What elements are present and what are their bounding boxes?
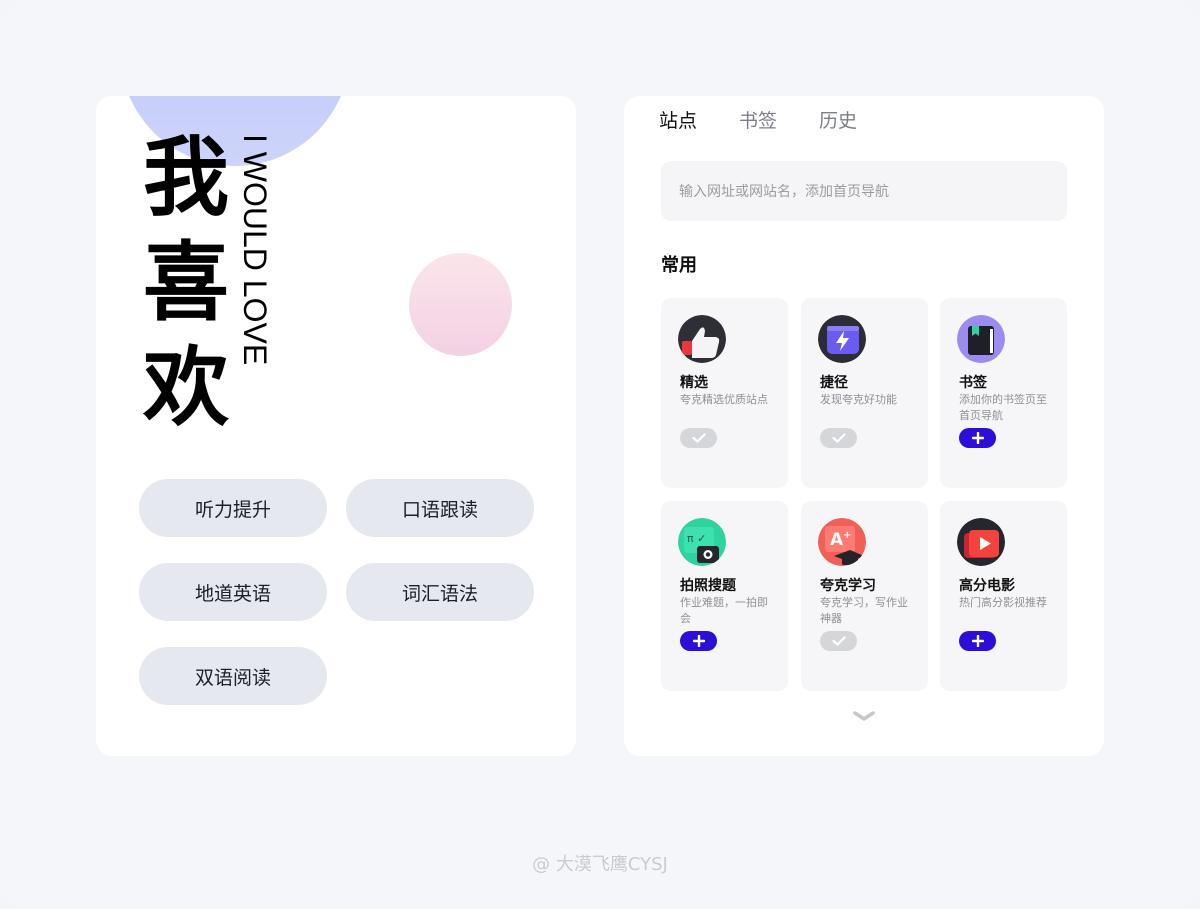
section-title: 常用 — [661, 255, 697, 276]
added-toggle[interactable] — [820, 631, 857, 651]
english-subtitle: I WOULD LOVE — [237, 134, 273, 366]
added-toggle[interactable] — [820, 428, 857, 448]
added-toggle[interactable] — [680, 428, 717, 448]
svg-text:+: + — [843, 530, 851, 541]
decorative-pink-circle — [409, 253, 512, 356]
tab-history[interactable]: 历史 — [819, 106, 857, 133]
tab-bookmarks[interactable]: 书签 — [739, 106, 777, 133]
tile-name: 捷径 — [820, 375, 848, 391]
tile-bookmarks[interactable]: 书签 添加你的书签页至首页导航 — [940, 298, 1067, 488]
bookmark-icon — [957, 315, 1005, 363]
tile-desc: 夸克学习，写作业神器 — [820, 596, 908, 625]
tile-shortcuts[interactable]: 捷径 发现夸克好功能 — [801, 298, 928, 488]
tile-photo-search[interactable]: π ✓ 拍照搜题 作业难题，一拍即会 — [661, 501, 788, 691]
add-button[interactable] — [680, 631, 717, 651]
plus-icon — [971, 432, 984, 444]
tab-sites[interactable]: 站点 — [659, 106, 697, 133]
tile-name: 夸克学习 — [820, 578, 876, 594]
thumbs-up-icon — [678, 315, 726, 363]
navigation-card: 站点 书签 历史 输入网址或网站名，添加首页导航 常用 精选 夸克精选优质站点 — [624, 96, 1104, 756]
url-input[interactable]: 输入网址或网站名，添加首页导航 — [661, 161, 1067, 221]
title-char: 欢 — [143, 338, 229, 438]
pill-speaking[interactable]: 口语跟读 — [346, 479, 534, 537]
tile-desc: 作业难题，一拍即会 — [680, 596, 768, 625]
check-icon — [831, 636, 846, 646]
title-char: 喜 — [143, 233, 229, 333]
chevron-down-icon[interactable] — [852, 708, 876, 724]
tile-quark-study[interactable]: A + 夸克学习 夸克学习，写作业神器 — [801, 501, 928, 691]
tile-desc: 发现夸克好功能 — [820, 393, 897, 406]
study-icon: A + — [818, 518, 866, 566]
tile-name: 书签 — [959, 375, 987, 391]
plus-icon — [692, 635, 705, 647]
play-icon — [957, 518, 1005, 566]
watermark-credit: @ 大漠飞鹰CYSJ — [532, 854, 668, 875]
pill-idiomatic[interactable]: 地道英语 — [139, 563, 327, 621]
tile-desc: 夸克精选优质站点 — [680, 393, 768, 406]
check-icon — [831, 433, 846, 443]
chinese-title: 我 喜 欢 — [136, 126, 236, 441]
tile-desc: 添加你的书签页至首页导航 — [959, 393, 1047, 422]
tile-name: 高分电影 — [959, 578, 1015, 594]
plus-icon — [971, 635, 984, 647]
svg-text:π ✓: π ✓ — [687, 532, 706, 545]
add-button[interactable] — [959, 631, 996, 651]
camera-icon: π ✓ — [678, 518, 726, 566]
tile-name: 精选 — [680, 375, 708, 391]
svg-text:A: A — [830, 530, 844, 550]
pill-listening[interactable]: 听力提升 — [139, 479, 327, 537]
english-learning-card: 我 喜 欢 I WOULD LOVE 听力提升 口语跟读 地道英语 词汇语法 双… — [96, 96, 576, 756]
tile-name: 拍照搜题 — [680, 578, 736, 594]
url-input-placeholder: 输入网址或网站名，添加首页导航 — [679, 184, 889, 200]
pill-reading[interactable]: 双语阅读 — [139, 647, 327, 705]
tile-movies[interactable]: 高分电影 热门高分影视推荐 — [940, 501, 1067, 691]
tile-desc: 热门高分影视推荐 — [959, 596, 1047, 609]
add-button[interactable] — [959, 428, 996, 448]
pill-grammar[interactable]: 词汇语法 — [346, 563, 534, 621]
tile-featured[interactable]: 精选 夸克精选优质站点 — [661, 298, 788, 488]
title-char: 我 — [143, 128, 229, 228]
lightning-icon — [818, 315, 866, 363]
check-icon — [691, 433, 706, 443]
